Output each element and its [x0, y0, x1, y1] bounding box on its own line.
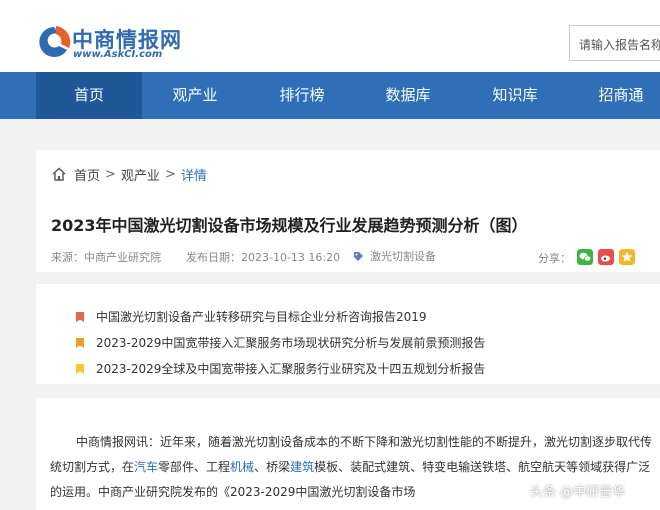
flag-icon — [76, 337, 84, 348]
logo-icon[interactable] — [34, 24, 74, 60]
related-report-title: 2023-2029中国宽带接入汇聚服务市场现状研究分析与发展前景预测报告 — [96, 336, 486, 350]
related-report-item[interactable]: 中国激光切割设备产业转移研究与目标企业分析咨询报告2019 — [76, 308, 427, 325]
article-tag[interactable]: 激光切割设备 — [353, 248, 436, 264]
logo-url: www.AskCI.com — [73, 49, 163, 60]
link-machinery[interactable]: 机械 — [230, 460, 254, 474]
article-tag-label: 激光切割设备 — [370, 250, 436, 263]
related-report-title: 2023-2029全球及中国宽带接入汇聚服务行业研究及十四五规划分析报告 — [96, 362, 486, 376]
breadcrumb-separator: > — [164, 166, 176, 182]
breadcrumb-home[interactable]: 首页 — [74, 165, 100, 184]
related-report-title: 中国激光切割设备产业转移研究与目标企业分析咨询报告2019 — [96, 310, 427, 324]
paragraph-text: 零部件、工程 — [158, 460, 231, 474]
wechat-share-icon[interactable] — [577, 249, 593, 265]
nav-item-knowledge[interactable]: 知识库 — [462, 72, 568, 119]
site-header: 中商情报网 www.AskCI.com 请输入报告名称 — [0, 0, 660, 72]
flag-icon — [76, 311, 84, 322]
related-report-item[interactable]: 2023-2029中国宽带接入汇聚服务市场现状研究分析与发展前景预测报告 — [76, 334, 485, 351]
nav-item-investment[interactable]: 招商通 — [568, 72, 660, 119]
watermark: 头条 @中研普华 — [530, 485, 626, 500]
tag-icon — [354, 251, 363, 261]
share-label: 分享： — [538, 252, 571, 265]
link-construction[interactable]: 建筑 — [290, 460, 314, 474]
nav-item-database[interactable]: 数据库 — [355, 72, 461, 119]
article-source: 来源：中商产业研究院 — [51, 251, 161, 264]
breadcrumb-current: 详情 — [180, 168, 207, 184]
breadcrumb-separator: > — [105, 166, 116, 182]
home-icon — [52, 167, 66, 181]
paragraph-text: 、桥梁 — [254, 460, 291, 474]
search-input[interactable]: 请输入报告名称 — [569, 25, 660, 61]
breadcrumb-section[interactable]: 观产业 — [121, 165, 160, 184]
nav-item-industry[interactable]: 观产业 — [142, 72, 248, 119]
article-title: 2023年中国激光切割设备市场规模及行业发展趋势预测分析（图） — [51, 216, 528, 235]
article-date: 发布日期：2023-10-13 16:20 — [186, 251, 341, 264]
nav-item-home[interactable]: 首页 — [36, 72, 142, 119]
flag-icon — [76, 363, 84, 374]
related-report-item[interactable]: 2023-2029全球及中国宽带接入汇聚服务行业研究及十四五规划分析报告 — [76, 360, 485, 377]
nav-item-ranking[interactable]: 排行榜 — [249, 72, 355, 119]
link-automobile[interactable]: 汽车 — [134, 460, 158, 474]
qzone-share-icon[interactable] — [619, 249, 635, 265]
breadcrumb: 首页 > 观产业 > 详情 — [51, 165, 207, 184]
weibo-share-icon[interactable] — [598, 249, 614, 265]
main-nav: 首页 观产业 排行榜 数据库 知识库 招商通 — [0, 72, 660, 119]
